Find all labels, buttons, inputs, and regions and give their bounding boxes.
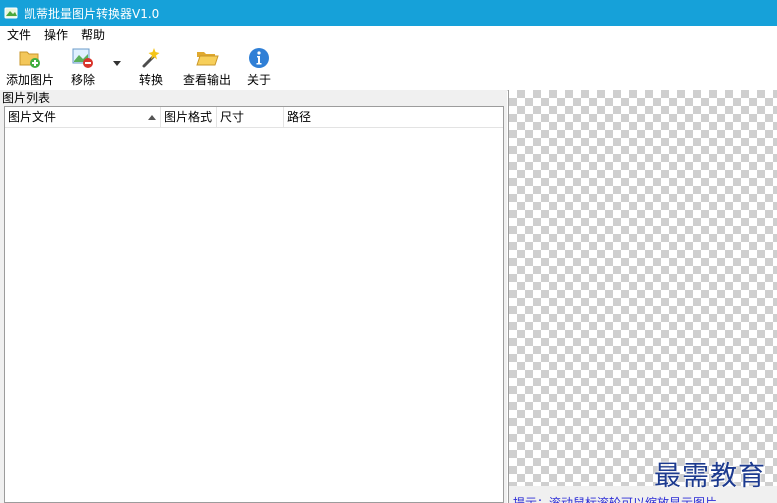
add-folder-icon: [19, 51, 40, 68]
about-label: 关于: [247, 73, 272, 87]
add-image-button[interactable]: 添加图片: [6, 46, 54, 88]
watermark: 最需教育: [654, 461, 766, 492]
column-header-image-file[interactable]: 图片文件: [5, 107, 161, 127]
convert-label: 转换: [139, 73, 164, 87]
about-button[interactable]: 关于: [247, 46, 271, 88]
image-preview-area[interactable]: [508, 90, 777, 486]
remove-label: 移除: [71, 73, 96, 87]
dropdown-arrow-icon: [113, 61, 121, 66]
column-label-path: 路径: [287, 110, 312, 124]
column-label-size: 尺寸: [220, 110, 245, 124]
column-header-path[interactable]: 路径: [284, 107, 503, 127]
add-image-label: 添加图片: [6, 73, 55, 87]
sort-ascending-icon: [148, 115, 156, 120]
menu-help[interactable]: 帮助: [74, 26, 111, 44]
title-bar: 凯蒂批量图片转换器V1.0: [0, 0, 777, 26]
image-list-title: 图片列表: [2, 91, 51, 105]
column-label-image-file: 图片文件: [8, 110, 57, 124]
column-header-image-format[interactable]: 图片格式: [161, 107, 217, 127]
column-label-image-format: 图片格式: [164, 110, 213, 124]
image-list-panel: 图片列表 图片文件 图片格式 尺寸 路径: [0, 90, 507, 503]
app-icon: [4, 7, 18, 19]
info-icon: [249, 48, 269, 68]
view-output-button[interactable]: 查看输出: [183, 46, 231, 88]
menu-file[interactable]: 文件: [0, 26, 37, 44]
convert-button[interactable]: 转换: [139, 46, 163, 88]
remove-image-icon: [72, 48, 93, 68]
menu-bar: 文件 操作 帮助: [0, 26, 777, 44]
remove-button[interactable]: 移除: [71, 46, 95, 88]
open-folder-icon: [196, 52, 219, 66]
list-header: 图片文件 图片格式 尺寸 路径: [5, 107, 503, 128]
toolbar: 添加图片 移除 转换 查看输出 关于: [0, 44, 777, 91]
column-header-size[interactable]: 尺寸: [217, 107, 284, 127]
menu-operation[interactable]: 操作: [37, 26, 74, 44]
window-title: 凯蒂批量图片转换器V1.0: [24, 6, 160, 21]
zoom-hint-text: 提示：滚动鼠标滚轮可以缩放显示图片: [513, 496, 718, 503]
view-output-label: 查看输出: [183, 73, 232, 87]
image-list-view[interactable]: 图片文件 图片格式 尺寸 路径: [4, 106, 504, 503]
magic-wand-icon: [142, 48, 160, 68]
